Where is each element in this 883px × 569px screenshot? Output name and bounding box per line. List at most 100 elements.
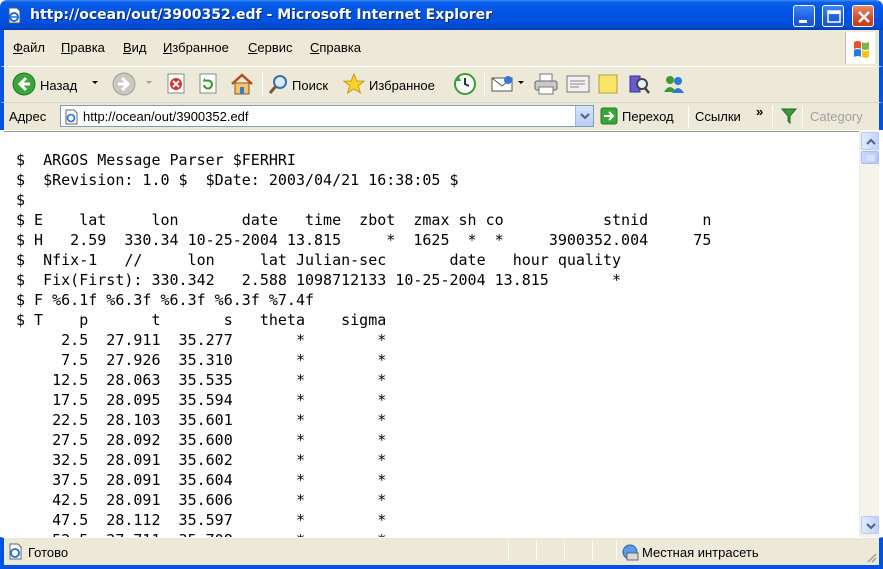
address-dropdown-button[interactable]: [575, 106, 593, 126]
document-line: $ T p t s theta sigma: [16, 311, 387, 329]
intranet-zone-icon: [622, 544, 639, 561]
filter-funnel-icon[interactable]: [780, 107, 798, 125]
windows-logo-icon: [845, 32, 875, 64]
chevron-up-icon: [866, 138, 876, 145]
status-separator: [564, 541, 565, 561]
address-label: Адрес: [9, 109, 47, 124]
back-label: Назад: [40, 78, 78, 93]
minimize-button[interactable]: [793, 5, 815, 27]
maximize-button[interactable]: [822, 5, 844, 27]
menu-bar: Файл Правка Вид Избранное Сервис Справка: [0, 30, 883, 66]
status-separator: [592, 541, 593, 561]
search-icon: [268, 75, 287, 94]
back-button[interactable]: Назад: [10, 69, 100, 99]
address-input[interactable]: [83, 108, 569, 124]
address-separator: [802, 106, 803, 128]
menu-tools[interactable]: Сервис: [248, 40, 293, 55]
document-line: $ Fix(First): 330.342 2.588 1098712133 1…: [16, 271, 622, 289]
forward-arrow-icon: [112, 72, 136, 96]
history-icon: [454, 73, 476, 95]
favorites-button[interactable]: Избранное: [342, 69, 446, 99]
toolbar-separator: [484, 72, 485, 96]
back-arrow-icon: [12, 72, 36, 96]
maximize-icon: [827, 10, 841, 23]
scroll-up-button[interactable]: [861, 132, 879, 150]
close-button[interactable]: [852, 5, 874, 27]
document-line: 27.5 28.092 35.600 * *: [16, 431, 387, 449]
document-line: 17.5 28.095 35.594 * *: [16, 391, 387, 409]
document-line: 7.5 27.926 35.310 * *: [16, 351, 387, 369]
discuss-button[interactable]: [596, 69, 622, 99]
refresh-button[interactable]: [196, 69, 222, 99]
standard-toolbar: Назад Поиск Избранное: [0, 66, 883, 102]
favorites-label: Избранное: [369, 78, 435, 93]
research-button[interactable]: [626, 69, 654, 99]
back-dropdown-icon[interactable]: [92, 81, 98, 84]
ie-page-icon: [8, 7, 21, 24]
document-text: $ ARGOS Message Parser $FERHRI $ $Revisi…: [16, 150, 711, 537]
document-line: $ F %6.1f %6.3f %6.3f %6.3f %7.4f: [16, 291, 315, 309]
menu-edit[interactable]: Правка: [61, 40, 105, 55]
go-button[interactable]: [600, 107, 618, 127]
search-label: Поиск: [292, 78, 329, 93]
status-separator: [508, 541, 509, 561]
document-line: $ Nfix-1 // lon lat Julian-sec date hour…: [16, 251, 622, 269]
mail-button[interactable]: [490, 69, 526, 99]
stop-button[interactable]: [164, 69, 190, 99]
messenger-button[interactable]: [660, 69, 688, 99]
history-button[interactable]: [452, 69, 480, 99]
edit-button[interactable]: [564, 69, 592, 99]
scroll-thumb[interactable]: [861, 151, 879, 164]
links-chevron-icon[interactable]: »: [756, 104, 763, 119]
document-line: $ E lat lon date time zbot zmax sh co st…: [16, 211, 712, 229]
document-line: 37.5 28.091 35.604 * *: [16, 471, 387, 489]
document-view[interactable]: $ ARGOS Message Parser $FERHRI $ $Revisi…: [4, 131, 859, 537]
research-icon: [629, 75, 650, 94]
menu-view[interactable]: Вид: [123, 40, 147, 55]
menu-favorites[interactable]: Избранное: [163, 40, 229, 55]
document-line: $ ARGOS Message Parser $FERHRI: [16, 151, 296, 169]
minimize-icon: [799, 20, 807, 23]
forward-dropdown-icon[interactable]: [146, 81, 152, 84]
resize-grip-icon[interactable]: [865, 551, 877, 563]
home-button[interactable]: [228, 69, 256, 99]
category-button[interactable]: Category: [810, 109, 863, 124]
document-line: $ $Revision: 1.0 $ $Date: 2003/04/21 16:…: [16, 171, 459, 189]
refresh-icon: [199, 73, 217, 94]
title-bar: http://ocean/out/3900352.edf - Microsoft…: [0, 0, 883, 30]
window-title: http://ocean/out/3900352.edf - Microsoft…: [30, 7, 492, 23]
address-combobox[interactable]: [60, 105, 594, 127]
forward-button[interactable]: [110, 69, 150, 99]
status-separator: [616, 541, 617, 561]
scroll-down-button[interactable]: [861, 516, 879, 534]
address-bar: Адрес Переход Ссылки » Category: [0, 102, 883, 130]
close-icon: [858, 11, 870, 23]
stop-icon: [167, 73, 185, 94]
document-line: 32.5 28.091 35.602 * *: [16, 451, 387, 469]
document-line: 2.5 27.911 35.277 * *: [16, 331, 387, 349]
printer-icon: [534, 73, 558, 95]
address-separator: [772, 106, 773, 128]
home-icon: [231, 73, 253, 95]
edit-icon: [566, 75, 590, 93]
document-line: 22.5 28.103 35.601 * *: [16, 411, 387, 429]
links-button[interactable]: Ссылки: [695, 109, 741, 124]
document-line: 47.5 28.112 35.597 * *: [16, 511, 387, 529]
vertical-scrollbar[interactable]: [859, 131, 879, 537]
note-icon: [598, 74, 618, 94]
menu-file[interactable]: Файл: [13, 40, 45, 55]
go-label[interactable]: Переход: [622, 109, 674, 124]
messenger-icon: [664, 76, 684, 93]
mail-dropdown-icon[interactable]: [518, 81, 524, 84]
mail-icon: [491, 76, 513, 92]
print-button[interactable]: [532, 69, 560, 99]
page-done-icon: [9, 543, 22, 560]
search-button[interactable]: Поиск: [268, 69, 338, 99]
document-line: $: [16, 191, 26, 209]
chevron-down-icon: [866, 523, 876, 530]
go-arrow-icon: [600, 107, 618, 125]
address-separator: [688, 106, 689, 128]
status-text: Готово: [28, 545, 69, 560]
menu-help[interactable]: Справка: [310, 40, 361, 55]
chevron-down-icon: [580, 113, 590, 120]
